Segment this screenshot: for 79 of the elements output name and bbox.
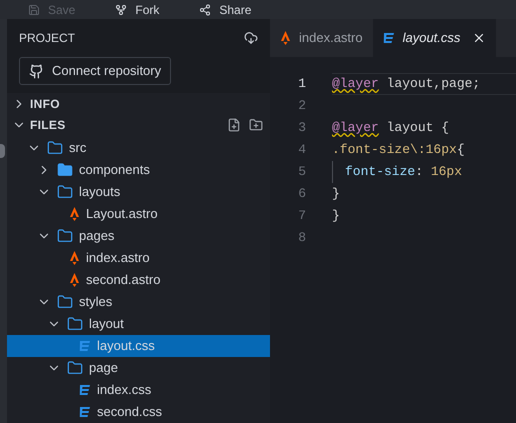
tree-item[interactable]: layout: [7, 313, 270, 335]
folder-icon: [57, 162, 73, 178]
line-number: 2: [297, 97, 306, 116]
file-name: layouts: [79, 183, 120, 202]
code-token: :: [415, 163, 424, 182]
tree-item[interactable]: index.astro: [7, 247, 270, 269]
section-header[interactable]: INFO: [7, 93, 270, 114]
tree-item[interactable]: page: [7, 357, 270, 379]
tree-item[interactable]: layout.css: [7, 335, 270, 357]
folder-icon: [67, 360, 83, 376]
folder-icon: [47, 140, 63, 156]
toolbar-button[interactable]: Share: [199, 4, 252, 16]
tree-item[interactable]: Layout.astro: [7, 203, 270, 225]
code-token: }: [332, 207, 340, 226]
css-icon: [79, 406, 91, 418]
editor-tab[interactable]: layout.css: [372, 19, 496, 57]
scrollbar-thumb[interactable]: [0, 144, 5, 158]
css-icon: [79, 340, 91, 352]
tree-item[interactable]: layouts: [7, 181, 270, 203]
file-name: styles: [79, 293, 112, 312]
connect-repository-button[interactable]: Connect repository: [19, 57, 172, 85]
file-name: second.astro: [86, 271, 160, 290]
section-header[interactable]: FILES: [7, 114, 270, 136]
section-title: INFO: [30, 96, 60, 113]
tree-item[interactable]: components: [7, 159, 270, 181]
tree-item[interactable]: index.css: [7, 379, 270, 401]
file-name: index.astro: [86, 249, 150, 268]
line-number: 8: [297, 229, 306, 248]
github-icon: [29, 64, 44, 78]
line-number: 7: [297, 207, 306, 226]
tree-item[interactable]: styles: [7, 291, 270, 313]
tree-item[interactable]: src: [7, 137, 270, 159]
file-name: layout: [89, 315, 124, 334]
code-editor[interactable]: 1 @layer layout,page; 2 3 @layer layout { 4 .font-size\:16px{ 5 font-size: 16px 6 } 7 } 8: [270, 57, 516, 423]
code-token: }: [332, 185, 340, 204]
file-name: pages: [79, 227, 114, 246]
file-name: layout.css: [97, 337, 155, 356]
css-icon: [382, 32, 395, 44]
file-name: src: [69, 139, 86, 158]
section-title: PROJECT: [19, 30, 76, 47]
code-token: @layer: [332, 75, 379, 94]
new-file-icon[interactable]: [227, 118, 241, 132]
cloud-download-icon[interactable]: [244, 31, 258, 45]
line-number: 4: [297, 141, 306, 160]
code-token: 16px: [430, 163, 462, 182]
css-icon: [79, 384, 91, 396]
line-number: 5: [297, 163, 306, 182]
file-name: second.css: [97, 403, 162, 422]
tree-item[interactable]: second.astro: [7, 269, 270, 291]
rocket-icon: [69, 251, 80, 265]
save-icon: [28, 4, 40, 16]
folder-icon: [57, 228, 73, 244]
file-name: page: [89, 359, 118, 378]
file-name: index.css: [97, 381, 152, 400]
tree-item[interactable]: pages: [7, 225, 270, 247]
code-token: layout {: [386, 119, 450, 138]
share-icon: [199, 4, 212, 16]
code-token: layout,page;: [386, 75, 480, 94]
folder-icon: [67, 316, 83, 332]
rocket-icon: [280, 31, 291, 45]
line-number: 6: [297, 185, 306, 204]
folder-icon: [57, 294, 73, 310]
file-name: components: [79, 161, 150, 180]
rocket-icon: [69, 207, 80, 221]
tree-item[interactable]: second.css: [7, 401, 270, 423]
line-number: 3: [297, 119, 306, 138]
code-token: @layer: [332, 119, 379, 138]
line-number: 1: [297, 75, 306, 94]
code-token: {: [456, 141, 465, 160]
editor-tab[interactable]: index.astro: [270, 19, 373, 57]
code-token: font-size: [345, 163, 416, 182]
code-token: .font-size\:16px: [332, 141, 457, 160]
fork-icon: [115, 4, 128, 16]
file-name: Layout.astro: [86, 205, 158, 224]
rocket-icon: [69, 273, 80, 287]
section-title: FILES: [30, 117, 66, 134]
toolbar-button[interactable]: Fork: [115, 4, 160, 16]
folder-icon: [57, 184, 73, 200]
new-folder-icon[interactable]: [249, 118, 263, 132]
